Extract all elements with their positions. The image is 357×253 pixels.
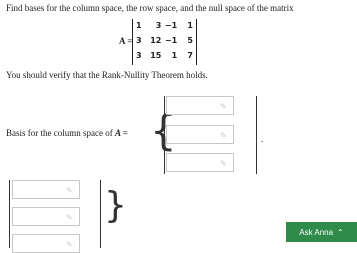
pencil-icon: ✎ xyxy=(66,213,73,222)
right-brace: } xyxy=(104,185,127,226)
matrix-right-bar xyxy=(196,19,197,65)
vector-left-bar xyxy=(9,180,10,248)
vector-right-bar xyxy=(100,180,101,248)
pencil-icon: ✎ xyxy=(220,159,227,168)
question-text: Find bases for the column space, the row… xyxy=(6,3,294,13)
ask-anna-button[interactable]: Ask Anna ⌃ xyxy=(286,222,357,242)
matrix-row: 3 12 −1 5 xyxy=(136,36,193,45)
matrix-row: 3 15 1 7 xyxy=(136,51,193,60)
ask-anna-label: Ask Anna xyxy=(299,227,334,237)
vector-left-bar xyxy=(164,96,165,174)
column-space-entry-1[interactable]: ✎ xyxy=(166,96,234,115)
pencil-icon: ✎ xyxy=(66,186,73,195)
row-space-entry-3[interactable]: ✎ xyxy=(12,234,80,253)
pencil-icon: ✎ xyxy=(220,131,227,140)
column-space-var: A = xyxy=(114,128,128,138)
verify-text: You should verify that the Rank-Nullity … xyxy=(6,70,208,80)
matrix-label: A = xyxy=(119,36,133,46)
row-space-entry-2[interactable]: ✎ xyxy=(12,207,80,226)
column-space-entry-2[interactable]: ✎ xyxy=(166,125,234,144)
column-space-label: Basis for the column space of A = xyxy=(6,128,128,138)
column-space-punct: . xyxy=(261,134,264,144)
vector-right-bar xyxy=(256,96,257,174)
matrix-row: 1 3 −1 1 xyxy=(136,21,193,30)
row-space-entry-1[interactable]: ✎ xyxy=(12,180,80,199)
matrix-left-bar xyxy=(132,19,133,65)
column-space-entry-3[interactable]: ✎ xyxy=(166,153,234,172)
chevron-up-icon: ⌃ xyxy=(337,227,344,237)
matrix-a: 1 3 −1 1 3 12 −1 5 3 15 1 7 xyxy=(132,19,197,65)
pencil-icon: ✎ xyxy=(220,102,227,111)
